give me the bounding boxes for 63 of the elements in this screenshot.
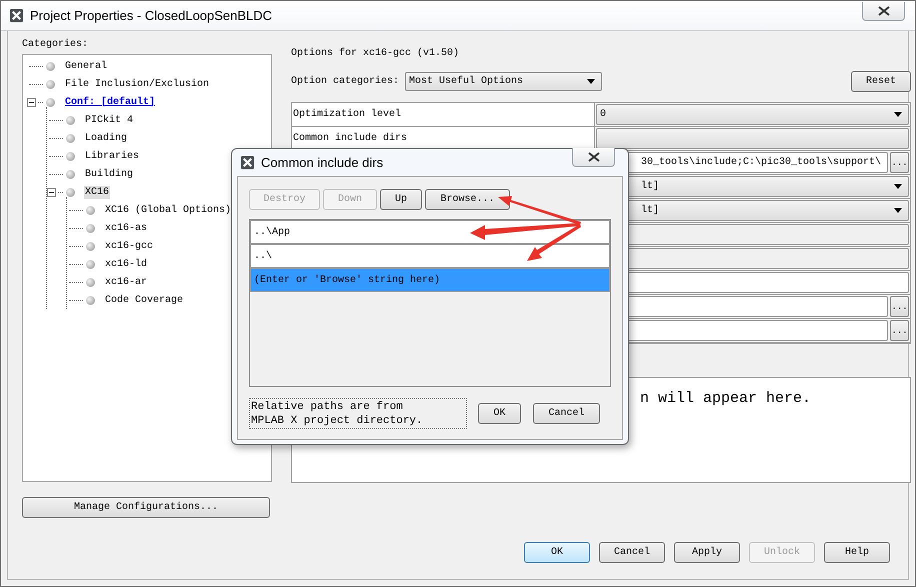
close-icon [878, 6, 890, 16]
app-logo-icon [9, 8, 24, 23]
close-button[interactable] [862, 2, 905, 21]
bullet-icon [66, 116, 75, 124]
bullet-icon [66, 134, 75, 142]
dialog-button[interactable]: Apply [674, 542, 740, 563]
tree-item[interactable]: PICkit 4 [84, 114, 134, 126]
reset-button[interactable]: Reset [851, 71, 912, 92]
bullet-icon [86, 296, 95, 304]
dialog-title: Common include dirs [261, 155, 384, 170]
option-categories-dropdown[interactable]: Most Useful Options [405, 72, 602, 91]
bullet-icon [86, 224, 95, 232]
value-field[interactable] [596, 128, 910, 149]
tree-item[interactable]: File Inclusion/Exclusion [64, 78, 210, 90]
browse-button[interactable]: ... [890, 320, 910, 341]
bullet-icon [86, 260, 95, 268]
dialog-button[interactable]: Help [824, 542, 890, 563]
ok-button[interactable]: OK [478, 403, 521, 424]
bullet-icon [66, 170, 75, 178]
include-dir-entry[interactable]: ..\App [250, 220, 610, 244]
tree-item[interactable]: XC16 (Global Options) [104, 204, 232, 216]
bullet-icon [86, 278, 95, 286]
window-title: Project Properties - ClosedLoopSenBLDC [30, 8, 272, 23]
expand-toggle[interactable] [47, 188, 56, 196]
close-icon [588, 152, 600, 162]
options-title: Options for xc16-gcc (v1.50) [291, 46, 460, 61]
tree-item[interactable]: General [64, 60, 108, 72]
categories-label: Categories: [22, 38, 90, 52]
expand-toggle[interactable] [27, 98, 36, 106]
tree-item[interactable]: Loading [84, 132, 128, 144]
include-dir-entry[interactable]: ..\ [250, 244, 610, 268]
option-label: Optimization level [292, 103, 595, 127]
bullet-icon [46, 98, 55, 106]
bullet-icon [86, 206, 95, 214]
tree-item[interactable]: xc16-ld [104, 258, 148, 270]
close-button[interactable] [572, 148, 615, 167]
tree-item[interactable]: xc16-as [104, 222, 148, 234]
list-action-button[interactable]: Browse... [425, 189, 510, 210]
manage-configurations-button[interactable]: Manage Configurations... [22, 497, 270, 518]
dialog-button[interactable]: OK [524, 542, 590, 563]
tree-item[interactable]: xc16-ar [104, 276, 148, 288]
value-dropdown[interactable]: 0 [596, 104, 910, 125]
bullet-icon [46, 80, 55, 88]
option-categories-label: Option categories: [291, 74, 400, 88]
bullet-icon [66, 188, 75, 196]
bullet-icon [46, 62, 55, 70]
browse-button[interactable]: ... [890, 296, 910, 317]
app-logo-icon [240, 155, 255, 170]
include-dir-entry[interactable]: (Enter or 'Browse' string here) [250, 268, 610, 292]
tree-item[interactable]: Code Coverage [104, 294, 184, 306]
bullet-icon [66, 152, 75, 160]
tree-item[interactable]: xc16-gcc [104, 240, 154, 252]
tree-item[interactable]: XC16 [84, 186, 110, 198]
bullet-icon [86, 242, 95, 250]
description-text: n will appear here. [640, 390, 812, 407]
configuration-link[interactable]: Conf: [default] [64, 96, 156, 108]
tree-item[interactable]: Building [84, 168, 134, 180]
dialog-button[interactable]: Cancel [599, 542, 665, 563]
relative-paths-note: Relative paths are from MPLAB X project directory. [249, 398, 467, 429]
tree-item[interactable]: Libraries [84, 150, 140, 162]
list-action-button[interactable]: Up [380, 189, 422, 210]
cancel-button[interactable]: Cancel [533, 403, 600, 424]
browse-button[interactable]: ... [890, 152, 910, 173]
